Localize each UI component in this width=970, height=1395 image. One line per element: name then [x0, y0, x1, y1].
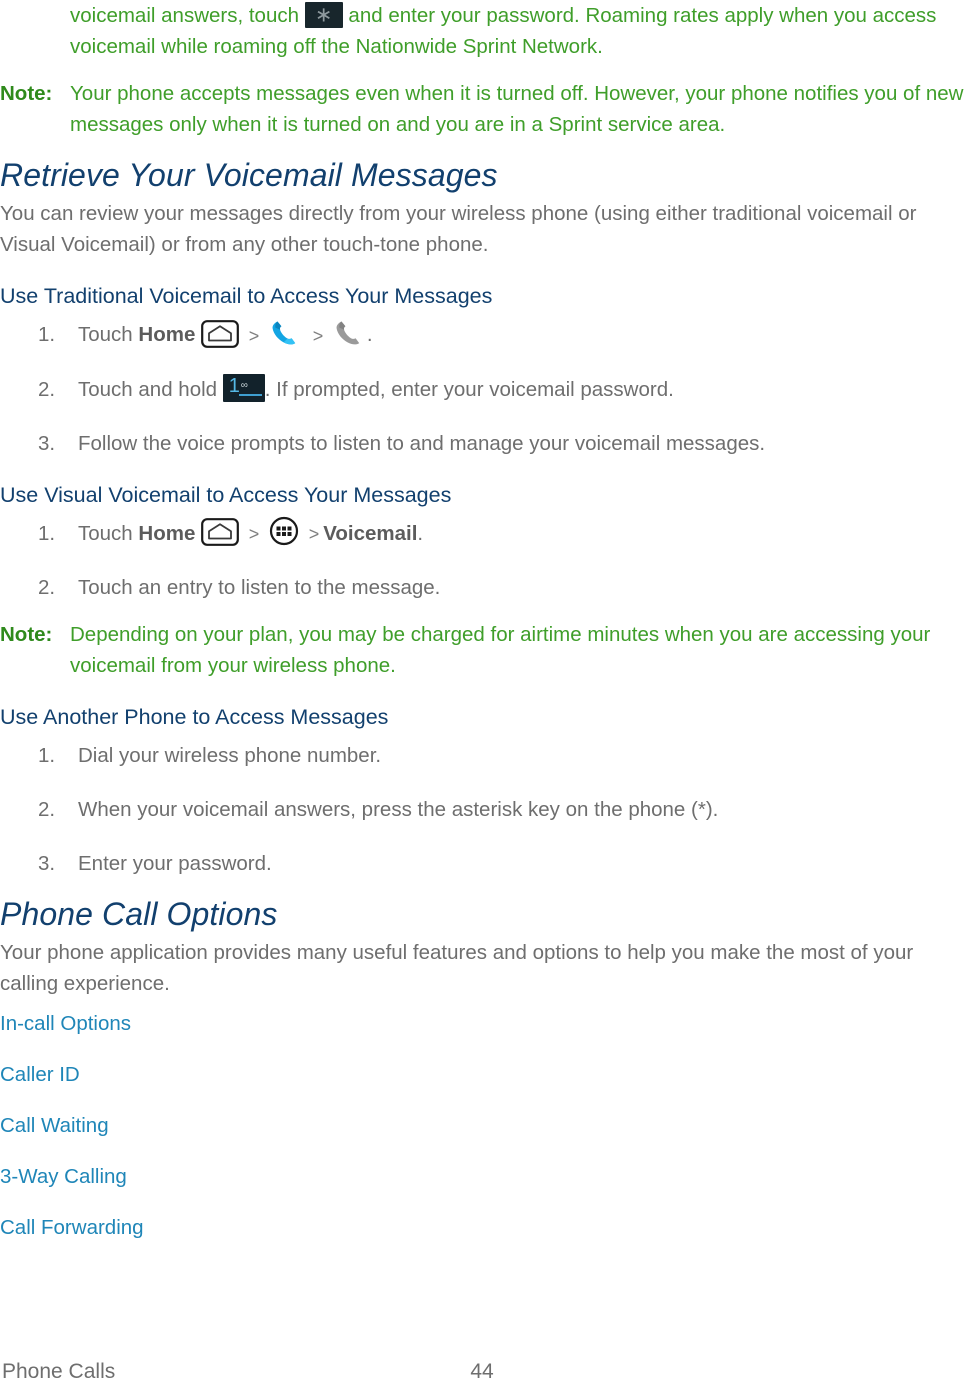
- note-continuation-text-1: voicemail answers, touch: [70, 4, 300, 27]
- link-in-call-options[interactable]: In-call Options: [0, 1009, 968, 1039]
- subheading-use-another-phone: Use Another Phone to Access Messages: [0, 705, 389, 730]
- options-link-list: In-call Options Caller ID Call Waiting 3…: [0, 1009, 968, 1243]
- list-item: 3. Follow the voice prompts to listen to…: [0, 429, 968, 459]
- subheading-use-traditional-voicemail: Use Traditional Voicemail to Access Your…: [0, 284, 493, 308]
- step-number: 1.: [38, 521, 56, 545]
- steps-another-phone: 1. Dial your wireless phone number. 2. W…: [0, 741, 968, 879]
- section-heading-retrieve: Retrieve Your Voicemail Messages: [0, 157, 498, 193]
- note-label: Note:: [0, 623, 53, 647]
- document-page: voicemail answers, touch and enter your …: [0, 0, 970, 1395]
- step-number: 3.: [38, 431, 56, 455]
- step-text-bold: Home: [138, 521, 196, 545]
- note-continuation: voicemail answers, touch and enter your …: [0, 0, 968, 62]
- step-number: 2.: [38, 798, 56, 822]
- link-caller-id[interactable]: Caller ID: [0, 1060, 968, 1090]
- list-item: 1. Touch Home > > .: [0, 319, 968, 351]
- footer-chapter-title: Phone Calls: [2, 1360, 116, 1383]
- note-text: Depending on your plan, you may be charg…: [70, 623, 931, 678]
- step-number: 2.: [38, 377, 56, 401]
- steps-visual-voicemail: 1. Touch Home > > Voicemail. 2. Touch an …: [0, 517, 968, 604]
- link-call-waiting[interactable]: Call Waiting: [0, 1111, 968, 1141]
- list-item: 2. When your voicemail answers, press th…: [0, 795, 968, 825]
- step-number: 1.: [38, 323, 56, 346]
- step-text: Touch an entry to listen to the message.: [78, 576, 441, 600]
- step-text-suffix: .: [366, 323, 373, 346]
- note-block-top: Note: Your phone accepts messages even w…: [0, 78, 968, 140]
- step-text: When your voicemail answers, press the a…: [78, 798, 719, 822]
- phone-handset-gray-icon: [336, 321, 360, 345]
- list-item: 3. Enter your password.: [0, 849, 968, 879]
- footer-page-number: 44: [470, 1360, 494, 1383]
- note-text: Your phone accepts messages even when it…: [70, 82, 964, 136]
- phone-handset-blue-icon: [272, 321, 296, 345]
- section-body-phone-call-options: Your phone application provides many use…: [0, 941, 914, 996]
- note-block-visual: Note: Depending on your plan, you may be…: [0, 619, 968, 681]
- voicemail-key-symbol: ∞: [240, 380, 248, 392]
- apps-grid-icon: [269, 517, 299, 546]
- link-call-forwarding[interactable]: Call Forwarding: [0, 1213, 968, 1243]
- section-body-retrieve: You can review your messages directly fr…: [0, 202, 917, 256]
- step-text-prefix: Touch: [78, 521, 139, 545]
- asterisk-key-icon: [304, 1, 343, 28]
- page-footer: Phone Calls 44: [0, 1355, 970, 1389]
- step-number: 2.: [38, 576, 56, 600]
- list-item: 2. Touch and hold 1 ∞. If prompted, enter…: [0, 374, 968, 405]
- chevron-separator: >: [312, 325, 324, 346]
- step-text: Follow the voice prompts to listen to an…: [78, 431, 766, 455]
- steps-traditional-voicemail: 1. Touch Home > > . 2. Touch and hold 1 ∞…: [0, 319, 968, 459]
- chevron-separator: >: [248, 325, 260, 346]
- step-text-suffix: . If prompted, enter your voicemail pass…: [264, 377, 674, 401]
- list-item: 1. Dial your wireless phone number.: [0, 741, 968, 771]
- section-heading-phone-call-options: Phone Call Options: [0, 896, 278, 933]
- list-item: 2. Touch an entry to listen to the messa…: [0, 573, 968, 603]
- note-label: Note:: [0, 82, 53, 105]
- step-text: Enter your password.: [78, 852, 272, 876]
- subheading-use-visual-voicemail: Use Visual Voicemail to Access Your Mess…: [0, 482, 452, 507]
- note-continuation-text-2: and enter your password. Roaming rates a…: [348, 4, 867, 27]
- step-number: 1.: [38, 744, 56, 768]
- chevron-separator: >: [248, 524, 260, 545]
- home-key-icon: [201, 518, 239, 547]
- step-text-prefix: Touch and hold: [78, 377, 223, 401]
- step-text-bold: Home: [138, 323, 196, 346]
- voicemail-key-underline: [238, 394, 262, 397]
- step-text-suffix: .: [417, 521, 424, 545]
- link-3-way-calling[interactable]: 3-Way Calling: [0, 1162, 968, 1192]
- step-text-prefix: Touch: [78, 323, 139, 346]
- voicemail-one-key-icon: 1 ∞: [222, 374, 265, 403]
- step-text-bold-2: Voicemail: [323, 521, 418, 545]
- step-number: 3.: [38, 852, 56, 876]
- home-key-icon: [201, 319, 239, 348]
- step-text: Dial your wireless phone number.: [78, 744, 382, 768]
- list-item: 1. Touch Home > > Voicemail.: [0, 517, 968, 550]
- chevron-separator: >: [308, 524, 320, 545]
